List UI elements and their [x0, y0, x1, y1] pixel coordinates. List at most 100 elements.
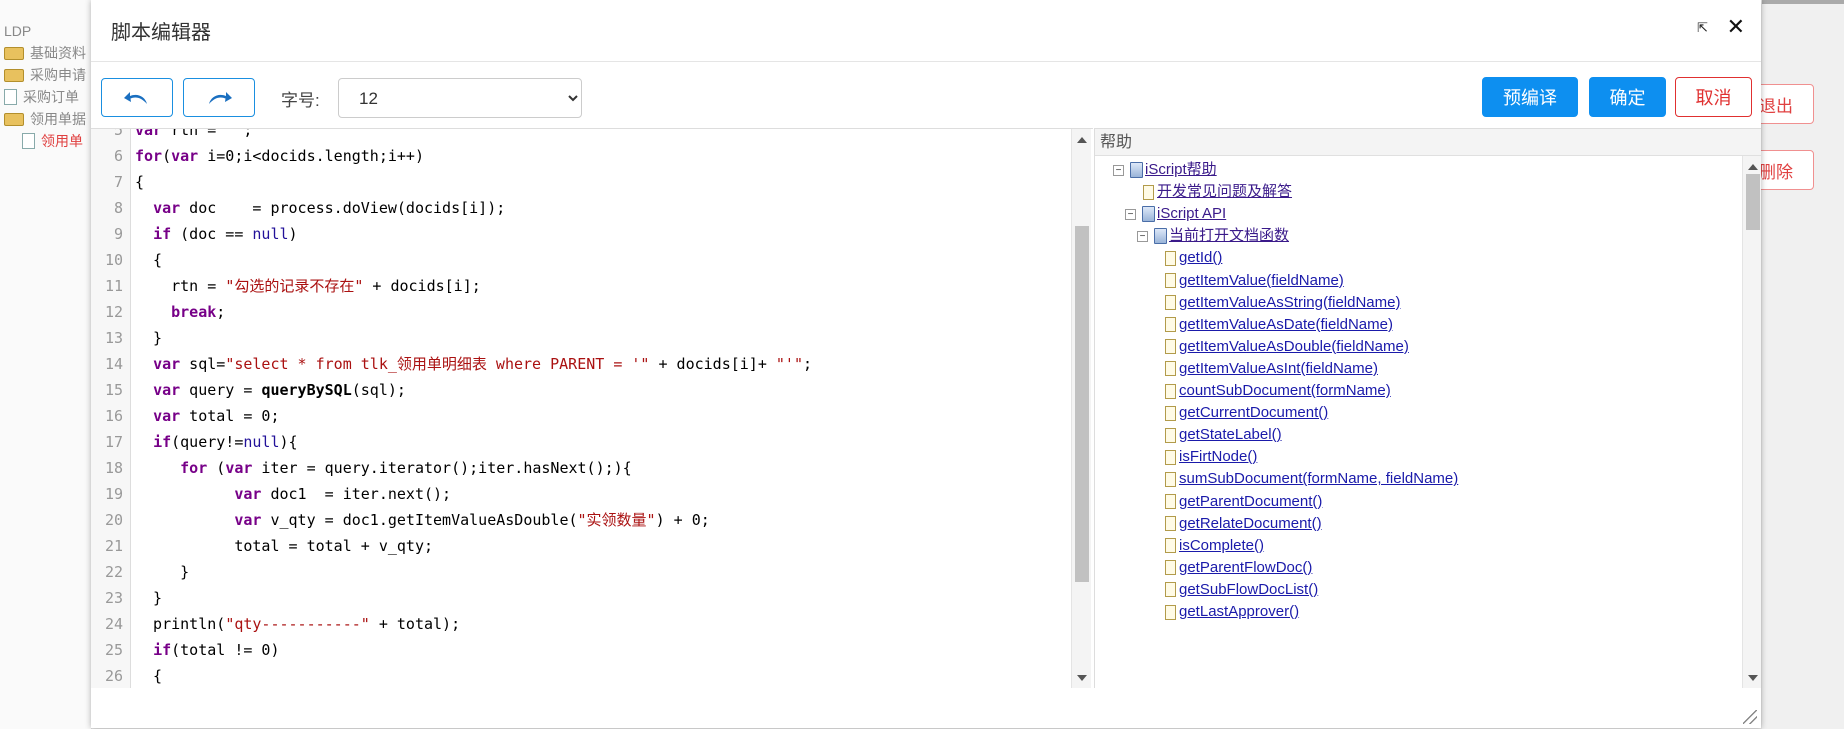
help-link[interactable]: countSubDocument(formName): [1179, 380, 1391, 402]
help-tree-item[interactable]: − 当前打开文档函数: [1137, 225, 1289, 247]
line-text[interactable]: if (doc == null): [127, 221, 298, 247]
help-tree-item[interactable]: getCurrentDocument(): [1165, 402, 1328, 424]
help-link[interactable]: getStateLabel(): [1179, 424, 1282, 446]
code-line[interactable]: 8 var doc = process.doView(docids[i]);: [91, 195, 812, 221]
help-scrollbar[interactable]: [1742, 156, 1761, 688]
line-text[interactable]: if(total != 0): [127, 637, 279, 663]
fontsize-select[interactable]: 12: [338, 78, 582, 118]
line-text[interactable]: var rtn = "";: [127, 129, 252, 143]
help-link[interactable]: iScript API: [1157, 203, 1226, 225]
maximize-icon[interactable]: ⇱: [1697, 20, 1713, 36]
help-tree-item[interactable]: getParentFlowDoc(): [1165, 557, 1312, 579]
line-text[interactable]: {: [127, 663, 162, 688]
help-link[interactable]: isFirtNode(): [1179, 446, 1257, 468]
help-tree-item[interactable]: getItemValue(fieldName): [1165, 270, 1344, 292]
help-link[interactable]: getItemValueAsInt(fieldName): [1179, 358, 1378, 380]
code-line[interactable]: 9 if (doc == null): [91, 221, 812, 247]
help-tree-item[interactable]: getLastApprover(): [1165, 601, 1299, 623]
help-tree-item[interactable]: getItemValueAsDate(fieldName): [1165, 314, 1393, 336]
collapse-icon[interactable]: −: [1137, 230, 1148, 242]
help-tree-item[interactable]: getItemValueAsDouble(fieldName): [1165, 336, 1409, 358]
help-link[interactable]: getLastApprover(): [1179, 601, 1299, 623]
line-text[interactable]: for(var i=0;i<docids.length;i++): [127, 143, 424, 169]
help-tree-item[interactable]: getParentDocument(): [1165, 491, 1322, 513]
code-line[interactable]: 22 }: [91, 559, 812, 585]
code-line[interactable]: 5 var rtn = "";: [91, 129, 812, 143]
help-link[interactable]: 当前打开文档函数: [1169, 225, 1289, 247]
code-line[interactable]: 15 var query = queryBySQL(sql);: [91, 377, 812, 403]
code-line[interactable]: 25 if(total != 0): [91, 637, 812, 663]
code-line[interactable]: 18 for (var iter = query.iterator();iter…: [91, 455, 812, 481]
code-line[interactable]: 14 var sql="select * from tlk_领用单明细表 whe…: [91, 351, 812, 377]
dialog-title-bar[interactable]: 脚本编辑器 ⇱ ✕: [91, 0, 1761, 62]
confirm-button[interactable]: 确定: [1589, 77, 1666, 117]
line-text[interactable]: var sql="select * from tlk_领用单明细表 where …: [127, 351, 812, 377]
help-tree-item[interactable]: getItemValueAsString(fieldName): [1165, 292, 1400, 314]
line-text[interactable]: }: [127, 559, 189, 585]
help-tree-item[interactable]: isComplete(): [1165, 535, 1264, 557]
code-line[interactable]: 11 rtn = "勾选的记录不存在" + docids[i];: [91, 273, 812, 299]
tree-root[interactable]: LDP: [4, 20, 86, 42]
code-line[interactable]: 21 total = total + v_qty;: [91, 533, 812, 559]
help-tree-item[interactable]: getSubFlowDocList(): [1165, 579, 1318, 601]
help-link[interactable]: 开发常见问题及解答: [1157, 181, 1292, 203]
scroll-down-icon[interactable]: [1748, 675, 1758, 681]
collapse-icon[interactable]: −: [1113, 164, 1124, 176]
line-text[interactable]: break;: [127, 299, 225, 325]
help-link[interactable]: getSubFlowDocList(): [1179, 579, 1318, 601]
help-tree-item[interactable]: sumSubDocument(formName, fieldName): [1165, 468, 1458, 490]
cancel-button[interactable]: 取消: [1675, 77, 1752, 117]
help-link[interactable]: getParentDocument(): [1179, 491, 1322, 513]
line-text[interactable]: }: [127, 325, 162, 351]
undo-button[interactable]: [101, 78, 173, 117]
code-line[interactable]: 6 for(var i=0;i<docids.length;i++): [91, 143, 812, 169]
precompile-button[interactable]: 预编译: [1482, 77, 1578, 117]
line-text[interactable]: var total = 0;: [127, 403, 279, 429]
help-link[interactable]: getItemValueAsString(fieldName): [1179, 292, 1400, 314]
help-tree-item[interactable]: − iScript API: [1125, 203, 1226, 225]
help-link[interactable]: getId(): [1179, 247, 1222, 269]
tree-item-requisition[interactable]: 领用单据: [4, 108, 86, 130]
help-tree-item[interactable]: getItemValueAsInt(fieldName): [1165, 358, 1378, 380]
redo-button[interactable]: [183, 78, 255, 117]
line-text[interactable]: var v_qty = doc1.getItemValueAsDouble("实…: [127, 507, 709, 533]
line-text[interactable]: {: [127, 169, 144, 195]
help-link[interactable]: getItemValue(fieldName): [1179, 270, 1344, 292]
help-link[interactable]: getItemValueAsDate(fieldName): [1179, 314, 1393, 336]
line-text[interactable]: }: [127, 585, 162, 611]
help-link[interactable]: isComplete(): [1179, 535, 1264, 557]
resize-grip-icon[interactable]: [1743, 710, 1757, 724]
code-lines[interactable]: 5 var rtn = ""; 6 for(var i=0;i<docids.leng…: [91, 129, 812, 688]
tree-item-purchase-order[interactable]: 采购订单: [4, 86, 86, 108]
line-text[interactable]: for (var iter = query.iterator();iter.ha…: [127, 455, 632, 481]
code-line[interactable]: 23 }: [91, 585, 812, 611]
editor-scrollbar[interactable]: [1071, 129, 1091, 688]
editor-scroll-thumb[interactable]: [1075, 226, 1089, 582]
help-tree-item[interactable]: countSubDocument(formName): [1165, 380, 1391, 402]
line-text[interactable]: var query = queryBySQL(sql);: [127, 377, 406, 403]
tree-item-basic[interactable]: 基础资料: [4, 42, 86, 64]
line-text[interactable]: var doc = process.doView(docids[i]);: [127, 195, 505, 221]
code-editor[interactable]: 5 var rtn = ""; 6 for(var i=0;i<docids.leng…: [91, 128, 1093, 688]
help-link[interactable]: iScript帮助: [1145, 159, 1217, 181]
code-line[interactable]: 26 {: [91, 663, 812, 688]
line-text[interactable]: println("qty-----------" + total);: [127, 611, 460, 637]
help-link[interactable]: getRelateDocument(): [1179, 513, 1322, 535]
help-tree-item[interactable]: getId(): [1165, 247, 1222, 269]
help-tree-item[interactable]: isFirtNode(): [1165, 446, 1257, 468]
scroll-down-icon[interactable]: [1077, 675, 1087, 681]
scroll-up-icon[interactable]: [1748, 164, 1758, 170]
help-link[interactable]: getCurrentDocument(): [1179, 402, 1328, 424]
code-line[interactable]: 20 var v_qty = doc1.getItemValueAsDouble…: [91, 507, 812, 533]
line-text[interactable]: {: [127, 247, 162, 273]
code-line[interactable]: 17 if(query!=null){: [91, 429, 812, 455]
help-link[interactable]: sumSubDocument(formName, fieldName): [1179, 468, 1458, 490]
code-line[interactable]: 12 break;: [91, 299, 812, 325]
code-line[interactable]: 10 {: [91, 247, 812, 273]
help-link[interactable]: getParentFlowDoc(): [1179, 557, 1312, 579]
line-text[interactable]: var doc1 = iter.next();: [127, 481, 451, 507]
help-tree-item[interactable]: 开发常见问题及解答: [1143, 181, 1292, 203]
tree-item-purchase-request[interactable]: 采购申请: [4, 64, 86, 86]
help-tree-item[interactable]: − iScript帮助: [1113, 159, 1217, 181]
help-scroll-thumb[interactable]: [1746, 174, 1760, 230]
